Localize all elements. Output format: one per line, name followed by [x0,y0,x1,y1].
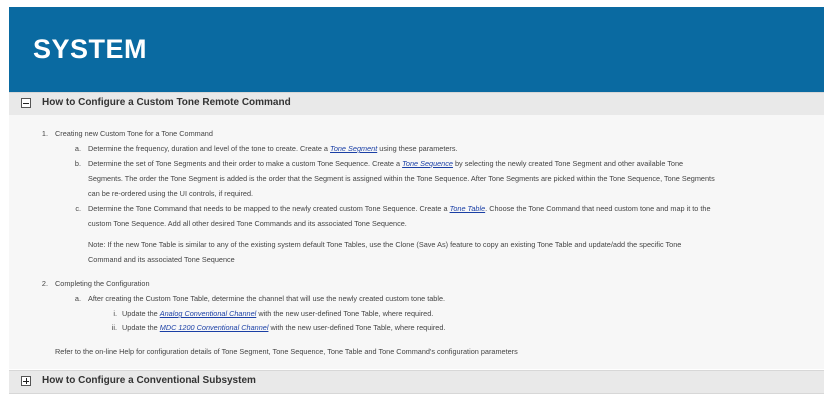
tone-table-link[interactable]: Tone Table [450,204,486,213]
sub-item-label: a. [74,294,81,303]
collapse-icon[interactable] [21,98,31,108]
system-header: SYSTEM [9,7,824,92]
tone-segment-link[interactable]: Tone Segment [330,144,377,153]
sub-item-text: After creating the Custom Tone Table, de… [88,294,446,303]
section-title: How to Configure a Conventional Subsyste… [42,375,256,386]
refer-text: Refer to the on-line Help for configurat… [55,347,518,356]
sub-item-text: Determine the set of Tone Segments and t… [88,159,684,168]
section-content: 1. Creating new Custom Tone for a Tone C… [9,115,824,369]
section-header-custom-tone[interactable]: How to Configure a Custom Tone Remote Co… [9,92,824,116]
sub-item-label: c. [75,204,81,213]
analog-conventional-channel-link[interactable]: Analog Conventional Channel [160,309,257,318]
note-text: Note: If the new Tone Table is similar t… [88,240,682,249]
sub-item-label: b. [74,159,81,168]
sub-item-text: Determine the Tone Command that needs to… [88,204,711,213]
section-header-conventional-subsystem[interactable]: How to Configure a Conventional Subsyste… [9,370,824,394]
sub-sub-item-text: Update the Analog Conventional Channel w… [122,309,434,318]
tone-sequence-link[interactable]: Tone Sequence [402,159,453,168]
expand-icon[interactable] [21,376,31,386]
sub-sub-item-label: ii. [111,323,117,332]
page: SYSTEM How to Configure a Custom Tone Re… [0,0,824,398]
section-title: How to Configure a Custom Tone Remote Co… [42,97,291,108]
list-item-text: Completing the Configuration [55,279,150,288]
sub-item-label: a. [74,144,81,153]
list-number: 1. [41,129,48,138]
sub-item-text: Segments. The order the Tone Segment is … [88,174,715,183]
sub-item-text: Determine the frequency, duration and le… [88,144,458,153]
sub-sub-item-label: i. [113,309,117,318]
mdc-1200-conventional-channel-link[interactable]: MDC 1200 Conventional Channel [160,323,269,332]
sub-item-text: custom Tone Sequence. Add all other desi… [88,219,407,228]
note-text: Command and its associated Tone Sequence [88,255,235,264]
sub-item-text: can be re-ordered using the UI controls,… [88,189,254,198]
sub-sub-item-text: Update the MDC 1200 Conventional Channel… [122,323,446,332]
list-number: 2. [41,279,48,288]
list-item-text: Creating new Custom Tone for a Tone Comm… [55,129,213,138]
page-title: SYSTEM [33,34,148,64]
